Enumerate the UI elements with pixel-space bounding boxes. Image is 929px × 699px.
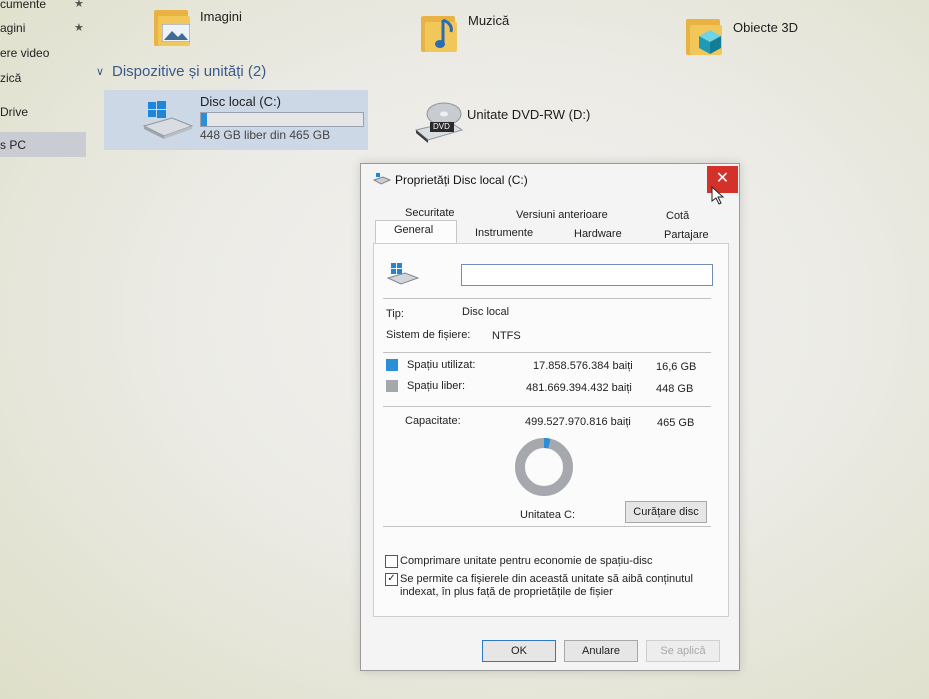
local-disk-usage-fill [201,113,207,126]
capacity-label: Capacitate: [405,415,461,427]
local-disk-space-text: 448 GB liber din 465 GB [200,128,331,142]
nav-item-drive[interactable]: Drive [0,105,28,119]
disk-usage-donut [515,438,573,496]
separator [383,526,711,527]
tab-quota[interactable]: Cotă [666,210,689,222]
nav-item-documents[interactable]: cumente [0,0,46,11]
filesystem-label: Sistem de fișiere: [386,329,471,341]
used-space-bytes: 17.858.576.384 baiți [533,360,633,372]
free-space-swatch [386,380,398,392]
tab-sharing[interactable]: Partajare [664,229,709,241]
properties-dialog: Proprietăți Disc local (C:) ✕ Securitate… [360,163,740,671]
close-icon: ✕ [715,170,730,187]
music-note-icon [435,18,453,48]
compress-label[interactable]: Comprimare unitate pentru economie de sp… [400,555,653,567]
dialog-title: Proprietăți Disc local (C:) [395,173,528,187]
local-disk-name[interactable]: Disc local (C:) [200,94,281,109]
filesystem-value: NTFS [492,330,521,342]
separator [383,352,711,353]
local-disk-usage-bar [200,112,364,127]
nav-item-music[interactable]: zică [0,71,21,85]
folder-label-3d-objects[interactable]: Obiecte 3D [733,20,798,35]
free-space-size: 448 GB [656,383,694,395]
cube-icon [699,30,721,54]
tab-tools[interactable]: Instrumente [475,227,533,239]
devices-group-header[interactable]: Dispozitive și unități (2) [112,63,266,80]
picture-icon [162,24,190,42]
tab-previous-versions[interactable]: Versiuni anterioare [516,209,608,221]
mouse-cursor-icon [711,186,725,205]
capacity-size: 465 GB [657,417,695,429]
3d-objects-folder-icon[interactable] [686,15,724,55]
folder-label-music[interactable]: Muzică [468,13,509,28]
type-label: Tip: [386,308,404,320]
free-space-ring [515,438,573,496]
music-folder-icon[interactable] [421,12,459,52]
free-space-label: Spațiu liber: [407,380,466,392]
index-label-line1[interactable]: Se permite ca fișierele din această unit… [400,573,693,585]
separator [383,298,711,299]
local-disk-icon [142,101,194,139]
used-space-size: 16,6 GB [656,361,697,373]
index-checkbox[interactable]: ✓ [385,573,398,586]
used-space-label: Spațiu utilizat: [407,359,476,371]
used-space-swatch [386,359,398,371]
folder-label-pictures[interactable]: Imagini [200,9,242,24]
index-label-line2[interactable]: indexat, în plus față de proprietățile d… [400,586,613,598]
checkmark-icon: ✓ [387,573,396,584]
drive-name-input[interactable] [461,264,713,286]
disk-title-icon [373,173,391,185]
compress-checkbox[interactable] [385,555,398,568]
cancel-button[interactable]: Anulare [564,640,638,662]
drive-icon [387,263,419,285]
pin-icon: ★ [74,0,84,10]
separator [383,406,711,407]
nav-item-pictures[interactable]: agini [0,21,25,35]
tab-security[interactable]: Securitate [405,207,455,219]
pictures-folder-icon[interactable] [154,6,192,46]
chevron-down-icon[interactable]: ∨ [96,65,104,78]
apply-button: Se aplică [646,640,720,662]
free-space-bytes: 481.669.394.432 baiți [526,382,632,394]
drive-letter-label: Unitatea C: [520,509,576,521]
dvd-drive-name[interactable]: Unitate DVD-RW (D:) [467,107,590,122]
disk-cleanup-button[interactable]: Curățare disc [625,501,707,523]
dvd-badge: DVD [433,122,450,131]
type-value: Disc local [462,306,510,318]
pin-icon: ★ [74,22,84,34]
ok-button[interactable]: OK [482,640,556,662]
nav-item-this-pc[interactable]: s PC [0,138,26,152]
nav-item-videos[interactable]: ere video [0,46,49,60]
tab-hardware[interactable]: Hardware [574,228,622,240]
capacity-bytes: 499.527.970.816 baiți [525,416,631,428]
tab-general[interactable]: General [394,224,433,236]
